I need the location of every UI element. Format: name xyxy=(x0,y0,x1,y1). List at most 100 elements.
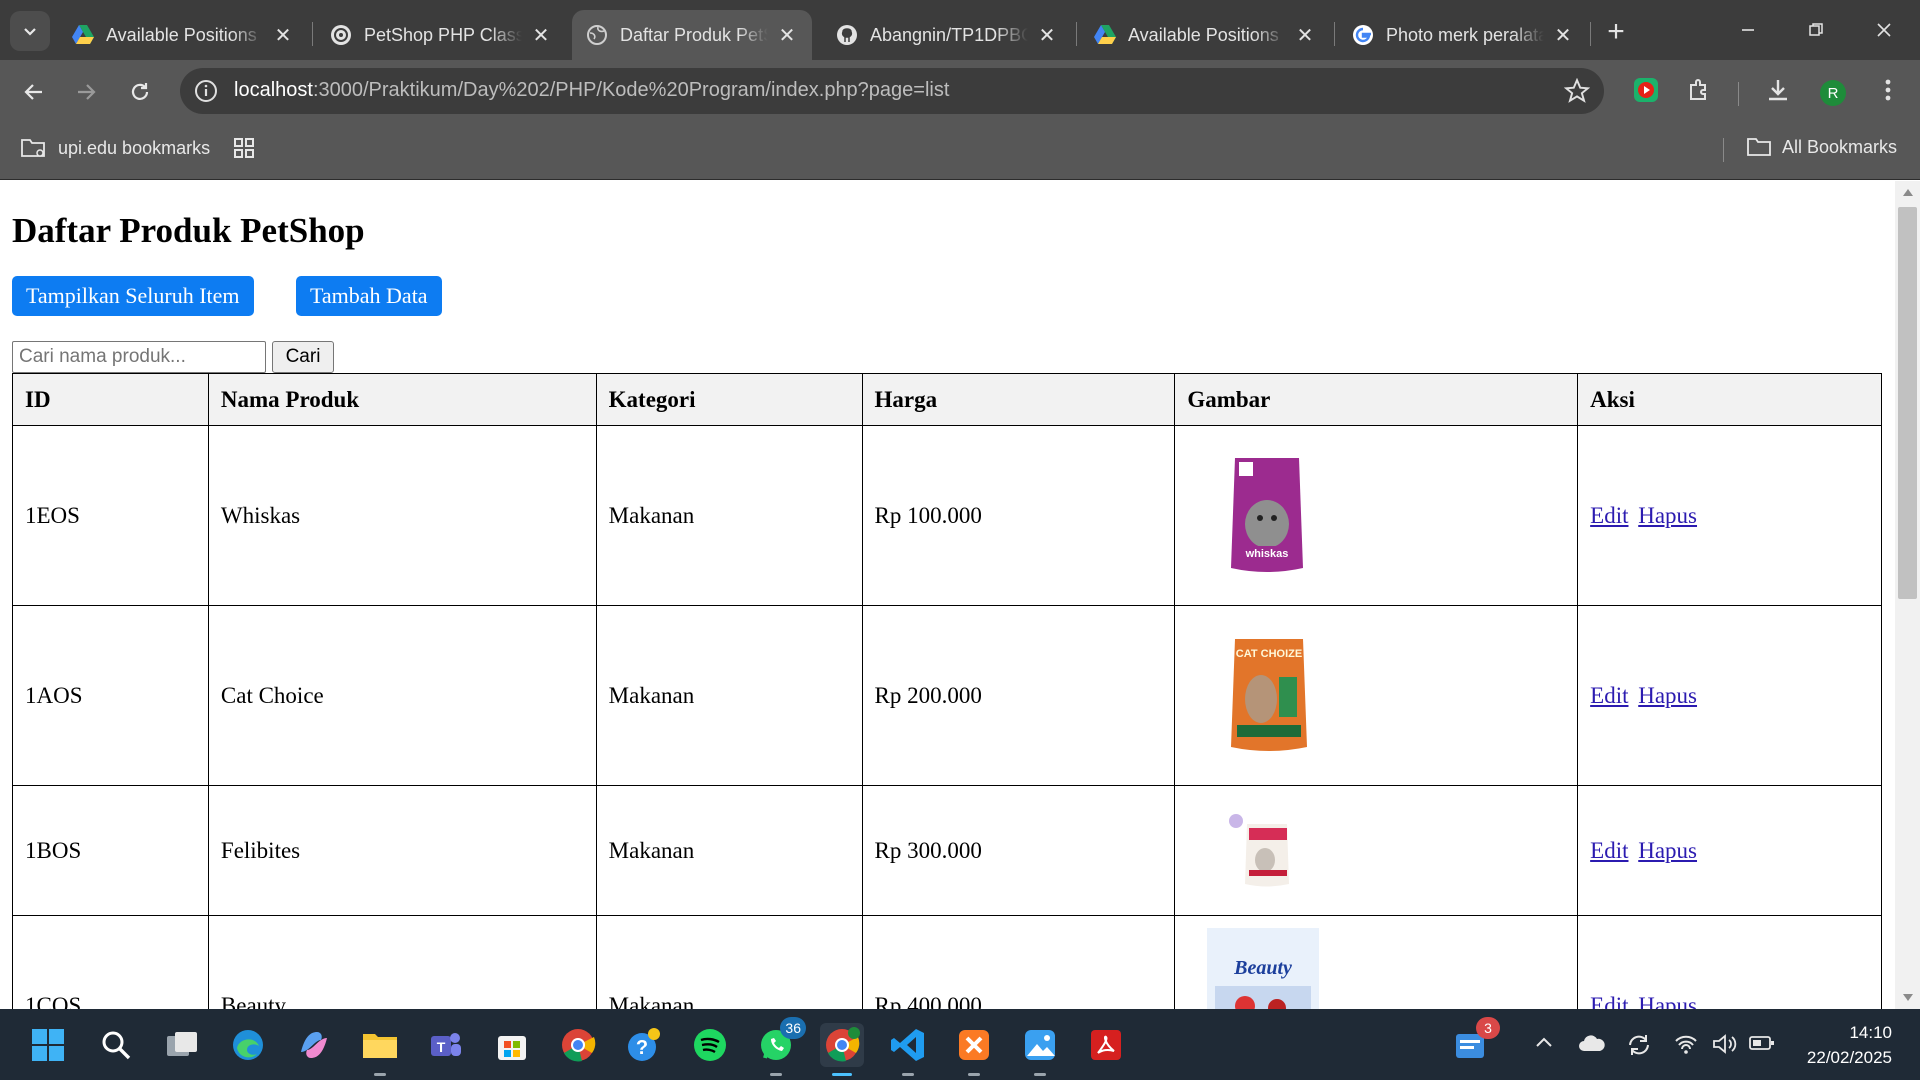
close-window-button[interactable] xyxy=(1854,8,1914,52)
delete-link[interactable]: Hapus xyxy=(1638,838,1697,863)
vscode-app[interactable] xyxy=(886,1023,930,1076)
close-tab-icon[interactable]: ✕ xyxy=(1294,24,1316,47)
back-button[interactable] xyxy=(14,72,54,112)
new-tab-button[interactable]: + xyxy=(1598,14,1634,50)
whatsapp-app[interactable]: 36 xyxy=(754,1017,806,1076)
volume-icon[interactable] xyxy=(1712,1033,1738,1055)
scroll-down-arrow-icon[interactable] xyxy=(1903,994,1913,1001)
close-tab-icon[interactable]: ✕ xyxy=(1036,24,1058,47)
products-table: ID Nama Produk Kategori Harga Gambar Aks… xyxy=(12,373,1882,1009)
edit-link[interactable]: Edit xyxy=(1590,503,1628,528)
chrome-app-active[interactable] xyxy=(820,1023,864,1076)
system-clock[interactable]: 14:10 22/02/2025 xyxy=(1796,1020,1892,1070)
forward-button[interactable] xyxy=(66,72,106,112)
tab-github-abangnin[interactable]: Abangnin/TP1DPBO ✕ xyxy=(822,10,1072,60)
close-tab-icon[interactable]: ✕ xyxy=(776,24,798,47)
tab-daftar-produk-petshop[interactable]: Daftar Produk PetShop ✕ xyxy=(572,10,812,60)
page-scrollbar[interactable] xyxy=(1895,181,1920,1009)
tab-available-positions-2[interactable]: Available Positions ✕ xyxy=(1080,10,1330,60)
search-input[interactable] xyxy=(12,341,266,373)
teams-icon: T xyxy=(431,1033,461,1056)
start-button[interactable] xyxy=(26,1023,70,1067)
minimize-icon xyxy=(1742,29,1754,31)
header-actions: Aksi xyxy=(1577,373,1882,426)
extensions-icon[interactable] xyxy=(1683,74,1715,106)
delete-link[interactable]: Hapus xyxy=(1638,503,1697,528)
downloads-icon[interactable] xyxy=(1762,74,1794,106)
taskbar-search[interactable] xyxy=(94,1023,138,1067)
wifi-icon[interactable] xyxy=(1674,1033,1698,1055)
address-bar[interactable]: localhost:3000/Praktikum/Day%202/PHP/Kod… xyxy=(180,68,1604,114)
photos-app[interactable] xyxy=(1018,1023,1062,1076)
tab-petshop-php-class[interactable]: PetShop PHP Class ✕ xyxy=(316,10,566,60)
tab-title: Photo merk peralatan xyxy=(1386,24,1544,45)
task-view-icon xyxy=(167,1032,197,1056)
bookmark-star-icon[interactable] xyxy=(1564,78,1590,104)
svg-text:?: ? xyxy=(636,1037,648,1059)
acrobat-app[interactable] xyxy=(1084,1023,1128,1067)
show-all-button[interactable]: Tampilkan Seluruh Item xyxy=(12,276,254,316)
tab-photo-merk-peralatan[interactable]: Photo merk peralatan ✕ xyxy=(1338,10,1588,60)
chevron-up-icon[interactable] xyxy=(1534,1033,1554,1053)
bookmark-label: All Bookmarks xyxy=(1782,136,1898,157)
site-info-icon[interactable] xyxy=(194,79,218,103)
spotify-app[interactable] xyxy=(688,1023,732,1067)
tab-available-positions-1[interactable]: Available Positions ✕ xyxy=(58,10,308,60)
tab-search-button[interactable] xyxy=(10,11,50,51)
chevron-down-icon xyxy=(24,28,36,36)
arrow-left-icon xyxy=(24,84,42,100)
copilot-app[interactable] xyxy=(292,1023,336,1067)
search-button[interactable]: Cari xyxy=(272,341,334,373)
add-data-button[interactable]: Tambah Data xyxy=(296,276,442,316)
close-tab-icon[interactable]: ✕ xyxy=(530,24,552,47)
edit-link[interactable]: Edit xyxy=(1590,683,1628,708)
minimize-button[interactable] xyxy=(1718,8,1778,52)
close-tab-icon[interactable]: ✕ xyxy=(272,24,294,47)
xampp-app[interactable] xyxy=(952,1023,996,1076)
profile-avatar[interactable]: R xyxy=(1820,80,1846,106)
vscode-icon xyxy=(891,1029,924,1061)
cell-image: Beauty xyxy=(1174,915,1579,1009)
chrome-app[interactable] xyxy=(556,1023,600,1067)
battery-icon[interactable] xyxy=(1748,1033,1776,1053)
delete-link[interactable]: Hapus xyxy=(1638,683,1697,708)
whiskas-logo-text: whiskas xyxy=(1245,548,1289,560)
edit-link[interactable]: Edit xyxy=(1590,838,1628,863)
edge-app[interactable] xyxy=(226,1023,270,1067)
store-icon xyxy=(498,1036,526,1060)
table-row: 1COS Beauty Makanan Rp 400.000 Beauty Ed… xyxy=(12,915,1882,1010)
file-explorer-app[interactable] xyxy=(358,1023,402,1076)
github-icon xyxy=(836,24,858,46)
youtube-extension-icon[interactable] xyxy=(1630,74,1662,106)
microsoft-store-app[interactable] xyxy=(490,1023,534,1067)
widgets-button[interactable]: 3 xyxy=(1448,1017,1500,1067)
apps-grid-button[interactable] xyxy=(232,136,266,160)
menu-kebab-icon[interactable] xyxy=(1872,74,1904,106)
cell-price: Rp 100.000 xyxy=(861,425,1176,606)
all-bookmarks-button[interactable]: All Bookmarks xyxy=(1746,136,1897,158)
scrollbar-thumb[interactable] xyxy=(1898,207,1917,599)
cell-name: Beauty xyxy=(207,915,597,1009)
task-view-button[interactable] xyxy=(160,1023,204,1067)
arrow-right-icon xyxy=(78,84,96,100)
apps-grid-icon xyxy=(234,138,254,158)
delete-link[interactable]: Hapus xyxy=(1638,993,1697,1010)
close-tab-icon[interactable]: ✕ xyxy=(1552,24,1574,47)
tab-strip: Available Positions ✕ PetShop PHP Class … xyxy=(0,0,1920,60)
bookmark-folder-upi[interactable]: upi.edu bookmarks xyxy=(20,136,210,160)
chrome-icon xyxy=(562,1029,596,1062)
google-drive-icon xyxy=(1094,24,1116,46)
help-app[interactable]: ? xyxy=(622,1023,666,1067)
managed-folder-icon xyxy=(21,139,45,157)
sync-icon[interactable] xyxy=(1626,1033,1652,1057)
scroll-up-arrow-icon[interactable] xyxy=(1903,189,1913,196)
cell-price: Rp 400.000 xyxy=(861,915,1176,1009)
teams-app[interactable]: T xyxy=(424,1023,468,1067)
cell-image: whiskas xyxy=(1174,425,1579,606)
edit-link[interactable]: Edit xyxy=(1590,993,1628,1010)
whiskas-product-image: whiskas xyxy=(1231,457,1304,572)
chrome-icon xyxy=(826,1027,860,1062)
onedrive-icon[interactable] xyxy=(1578,1033,1606,1053)
restore-button[interactable] xyxy=(1786,8,1846,52)
reload-button[interactable] xyxy=(120,72,160,112)
